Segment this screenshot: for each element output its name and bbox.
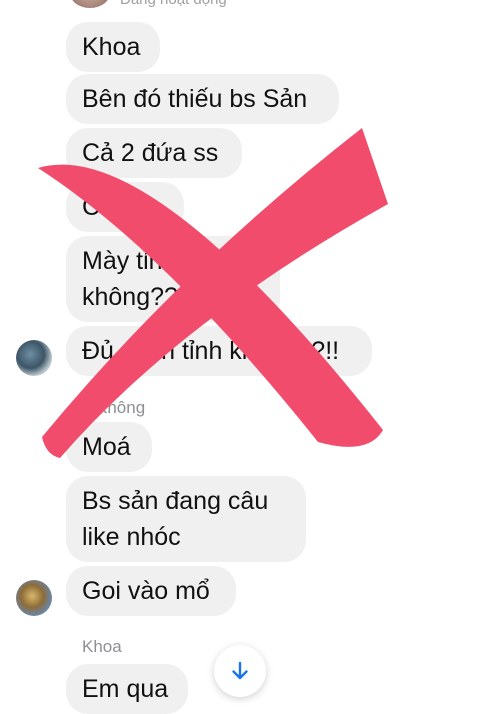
message-text: Cả 2 đứa ss (82, 139, 219, 167)
message-bubble[interactable]: Khoa (66, 22, 160, 72)
active-status: Đang hoạt động (120, 0, 227, 8)
message-bubble[interactable]: Em qua (66, 664, 188, 714)
message-text: Bên đó thiếu bs Sản (82, 85, 308, 113)
message-bubble[interactable]: Bs sản đang câu like nhóc (66, 476, 306, 562)
message-text: Goi vào mổ (82, 577, 210, 605)
message-text: Đủ minh tỉnh không??!! (82, 337, 340, 365)
top-avatar[interactable] (70, 0, 110, 8)
message-text: Cả bs (82, 193, 148, 221)
avatar[interactable] (16, 580, 52, 616)
message-bubble[interactable]: Mày tỉnh được không?????? (66, 236, 280, 322)
message-bubble[interactable]: Cả 2 đứa ss (66, 128, 242, 178)
message-text-line: không?????? (82, 283, 234, 311)
message-text: Khoa (82, 33, 141, 61)
message-bubble[interactable]: Bên đó thiếu bs Sản (66, 74, 339, 124)
sender-name: Không (96, 398, 146, 417)
scroll-to-bottom-button[interactable] (214, 645, 266, 697)
sender-name: Khoa (82, 637, 122, 656)
message-text: Em qua (82, 675, 169, 703)
message-text-line: Bs sản đang câu (82, 487, 269, 515)
message-text-line: like nhóc (82, 523, 181, 551)
message-bubble[interactable]: Cả bs (66, 182, 184, 232)
message-text: Moá (82, 433, 131, 461)
message-text-line: Mày tỉnh được (82, 247, 243, 275)
arrow-down-icon (232, 661, 248, 680)
message-bubble[interactable]: Moá (66, 422, 152, 472)
message-bubble[interactable]: Đủ minh tỉnh không??!! (66, 326, 372, 376)
avatar[interactable] (16, 340, 52, 376)
message-bubble[interactable]: Goi vào mổ (66, 566, 236, 616)
